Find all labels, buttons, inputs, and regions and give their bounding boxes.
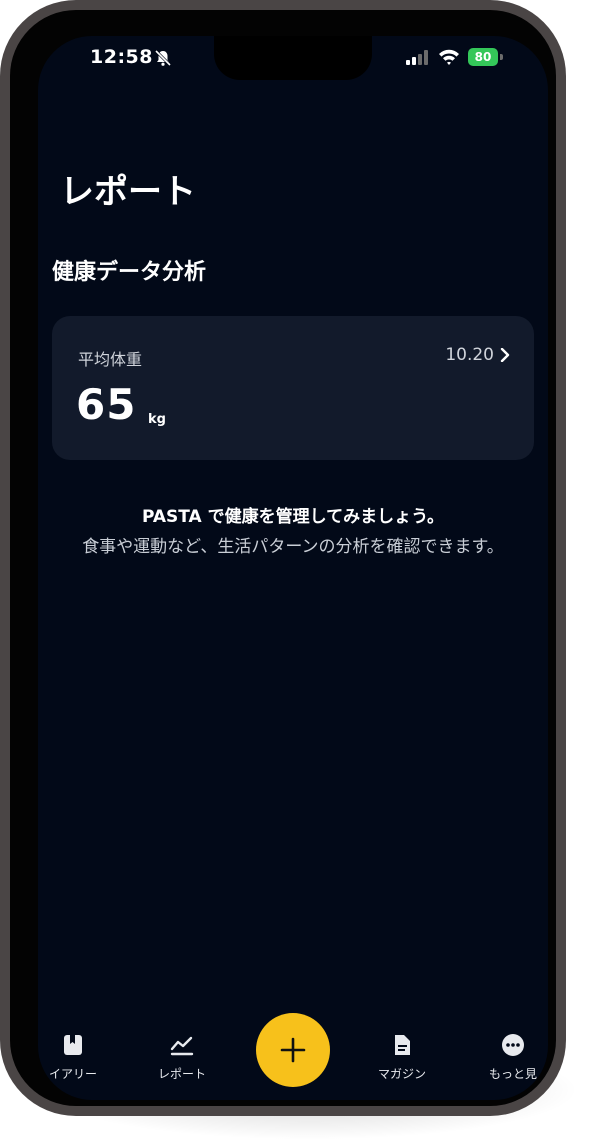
tab-report[interactable]: レポート: [137, 1033, 227, 1082]
status-time: 12:58: [90, 46, 153, 68]
chart-line-icon: [170, 1036, 194, 1056]
battery-cap: [500, 54, 503, 60]
average-weight-card[interactable]: 平均体重 10.20 65 kg: [52, 316, 534, 460]
tab-more[interactable]: もっと見: [468, 1033, 548, 1082]
tab-label: もっと見: [488, 1067, 537, 1081]
cellular-signal-icon: [406, 50, 428, 65]
dynamic-island: [214, 36, 372, 80]
empty-state-title: PASTA で健康を管理してみましょう。: [141, 507, 445, 527]
document-icon: [395, 1035, 410, 1055]
battery-indicator: 80: [468, 48, 498, 66]
bookmark-icon: [64, 1035, 82, 1055]
bell-muted-icon: [154, 49, 172, 67]
wifi-icon: [439, 49, 459, 65]
weight-unit: kg: [148, 412, 166, 427]
battery-level: 80: [474, 50, 492, 64]
app-screen: 12:58 80 レポート 健康データ分析 平均体重 10.20 65 kg P…: [38, 36, 548, 1100]
tab-magazine[interactable]: マガジン: [357, 1033, 447, 1082]
section-title: 健康データ分析: [52, 260, 207, 285]
phone-bezel: 12:58 80 レポート 健康データ分析 平均体重 10.20 65 kg P…: [10, 10, 556, 1106]
tab-label: レポート: [157, 1067, 206, 1081]
weight-value: 65: [76, 380, 137, 429]
page-title: レポート: [60, 172, 196, 212]
phone-frame: 12:58 80 レポート 健康データ分析 平均体重 10.20 65 kg P…: [0, 0, 566, 1116]
empty-state-body: 食事や運動など、生活パターンの分析を確認できます。: [82, 537, 504, 557]
tab-diary[interactable]: イアリー: [38, 1033, 118, 1082]
more-icon: [502, 1034, 524, 1056]
card-label: 平均体重: [78, 350, 143, 369]
plus-icon: [280, 1037, 306, 1063]
tab-label: イアリー: [48, 1067, 97, 1081]
tab-label: マガジン: [377, 1067, 426, 1081]
chevron-right-icon: [500, 348, 510, 362]
tab-bar: イアリー レポート マガジン もっと見: [38, 1013, 548, 1100]
add-button[interactable]: [256, 1013, 330, 1087]
card-date: 10.20: [445, 345, 494, 365]
